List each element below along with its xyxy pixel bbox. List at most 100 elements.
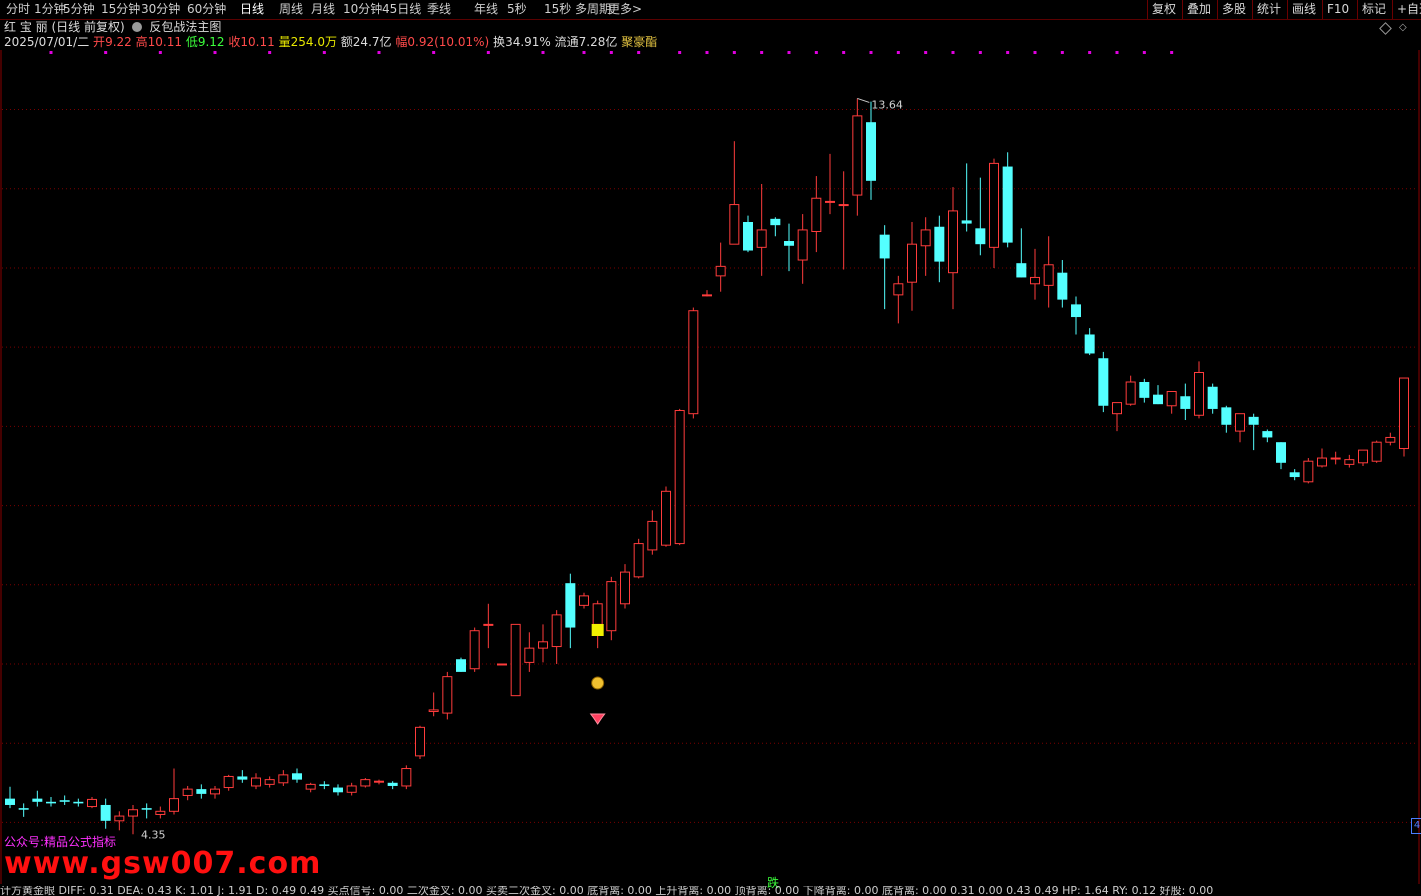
candle-body-71 <box>975 228 986 245</box>
candle-body-33 <box>456 659 466 672</box>
candle-body-34 <box>469 630 480 670</box>
candle-body-0 <box>5 798 15 805</box>
candle-body-11 <box>155 810 166 815</box>
period-tab-8[interactable]: 月线 <box>311 2 335 17</box>
high-value: 10.11 <box>147 35 182 49</box>
signal-dot-20 <box>869 51 873 54</box>
right-flag[interactable]: 4 <box>1411 818 1421 834</box>
candle-body-2 <box>32 798 43 802</box>
candle-body-20 <box>278 774 289 784</box>
toolbar-button-6[interactable]: 标记 <box>1357 0 1390 19</box>
candle-body-32 <box>442 676 453 714</box>
max-price-label: 13.64 <box>871 98 903 111</box>
candle-body-74 <box>1016 263 1027 278</box>
candle-body-41 <box>565 583 576 628</box>
signal-dot-26 <box>1033 51 1037 54</box>
candle-body-100 <box>1371 441 1382 462</box>
period-tab-1[interactable]: 1分钟 <box>34 2 66 17</box>
period-tab-2[interactable]: 5分钟 <box>63 2 95 17</box>
period-tab-16[interactable]: 更多> <box>608 2 642 17</box>
candle-body-42 <box>579 595 589 606</box>
candle-body-79 <box>1084 334 1095 354</box>
toolbar-button-5[interactable]: F10 <box>1322 0 1353 19</box>
candle-body-60 <box>825 200 835 203</box>
candle-body-4 <box>59 800 70 802</box>
candle-body-73 <box>1002 166 1013 243</box>
candle-body-56 <box>770 218 781 226</box>
candle-body-25 <box>346 785 357 793</box>
signal-dot-6 <box>377 51 381 54</box>
signal-dot-21 <box>896 51 900 54</box>
candle-body-52 <box>715 265 726 277</box>
candle-body-82 <box>1125 381 1136 405</box>
period-tab-15[interactable]: 多周期 <box>575 2 611 17</box>
candle-body-15 <box>210 788 220 795</box>
period-tab-13[interactable]: 5秒 <box>507 2 527 17</box>
candle-body-78 <box>1071 304 1081 318</box>
kline-chart[interactable]: 13.64 4.35 <box>0 50 1421 884</box>
signal-dot-2 <box>158 51 162 54</box>
signal-dot-28 <box>1088 51 1092 54</box>
toolbar-button-3[interactable]: 统计 <box>1252 0 1285 19</box>
candle-body-81 <box>1112 402 1122 415</box>
toolbar-button-0[interactable]: 复权 <box>1147 0 1180 19</box>
diamond-icon[interactable] <box>1379 22 1392 35</box>
signal-box <box>591 624 604 636</box>
period-tab-5[interactable]: 60分钟 <box>187 2 226 17</box>
signal-dot-23 <box>951 51 955 54</box>
candle-body-66 <box>907 243 917 283</box>
toolbar-button-2[interactable]: 多股 <box>1217 0 1250 19</box>
gear-icon[interactable] <box>132 22 143 32</box>
candle-body-55 <box>756 229 767 248</box>
candle-body-61 <box>838 204 849 207</box>
candle-body-44 <box>606 581 617 632</box>
period-info: (日线 前复权) <box>51 20 125 34</box>
candle-body-65 <box>893 283 904 296</box>
signal-dot-22 <box>924 51 928 54</box>
period-tab-7[interactable]: 周线 <box>279 2 303 17</box>
period-tab-10[interactable]: 45日线 <box>382 2 421 17</box>
candle-body-86 <box>1180 396 1191 409</box>
period-tab-9[interactable]: 10分钟 <box>343 2 382 17</box>
indicator-name[interactable]: 反包战法主图 <box>149 20 221 34</box>
candle-body-58 <box>797 229 808 261</box>
candle-body-98 <box>1344 459 1355 465</box>
candle-body-6 <box>87 798 97 808</box>
candle-body-85 <box>1166 391 1177 407</box>
candle-body-70 <box>961 220 972 224</box>
candle-body-101 <box>1385 436 1396 443</box>
period-tab-6[interactable]: 日线 <box>240 2 264 17</box>
period-tab-14[interactable]: 15秒 <box>544 2 571 17</box>
toolbar-button-1[interactable]: 叠加 <box>1182 0 1215 19</box>
candle-body-91 <box>1248 416 1259 425</box>
period-tab-11[interactable]: 季线 <box>427 2 451 17</box>
candle-body-37 <box>510 623 521 697</box>
candle-body-9 <box>128 809 138 817</box>
signal-dot-16 <box>760 51 764 54</box>
candle-body-29 <box>401 768 412 787</box>
quote-date: 2025/07/01/二 <box>4 35 90 49</box>
period-tab-12[interactable]: 年线 <box>474 2 498 17</box>
candle-body-35 <box>483 623 494 626</box>
chevron-down-icon[interactable]: ◇ <box>1399 22 1407 33</box>
period-toolbar: 分时 1分钟 5分钟 15分钟 30分钟 60分钟 日线 周线 月线 10分钟 45日线 季线 年线 5秒… <box>0 0 1421 20</box>
candle-body-31 <box>428 709 439 713</box>
candle-body-1 <box>18 808 29 810</box>
toolbar-button-7[interactable]: +自选 <box>1392 0 1421 19</box>
candle-body-88 <box>1207 386 1218 409</box>
diamond-gem-icon <box>589 713 606 725</box>
candle-body-89 <box>1221 407 1232 425</box>
candle-body-84 <box>1153 394 1163 405</box>
toolbar-button-4[interactable]: 画线 <box>1287 0 1320 19</box>
period-tab-0[interactable]: 分时 <box>6 2 30 17</box>
max-pointer <box>857 97 870 103</box>
signal-dot-1 <box>104 51 108 54</box>
candle-body-30 <box>415 726 425 757</box>
period-tab-4[interactable]: 30分钟 <box>141 2 180 17</box>
concept-tag[interactable]: 聚豪酯 <box>621 35 657 49</box>
period-tab-3[interactable]: 15分钟 <box>101 2 140 17</box>
candle-body-23 <box>319 784 330 786</box>
candle-body-47 <box>647 520 658 551</box>
candle-body-62 <box>852 115 863 196</box>
turnover-label: 换 <box>493 35 506 49</box>
